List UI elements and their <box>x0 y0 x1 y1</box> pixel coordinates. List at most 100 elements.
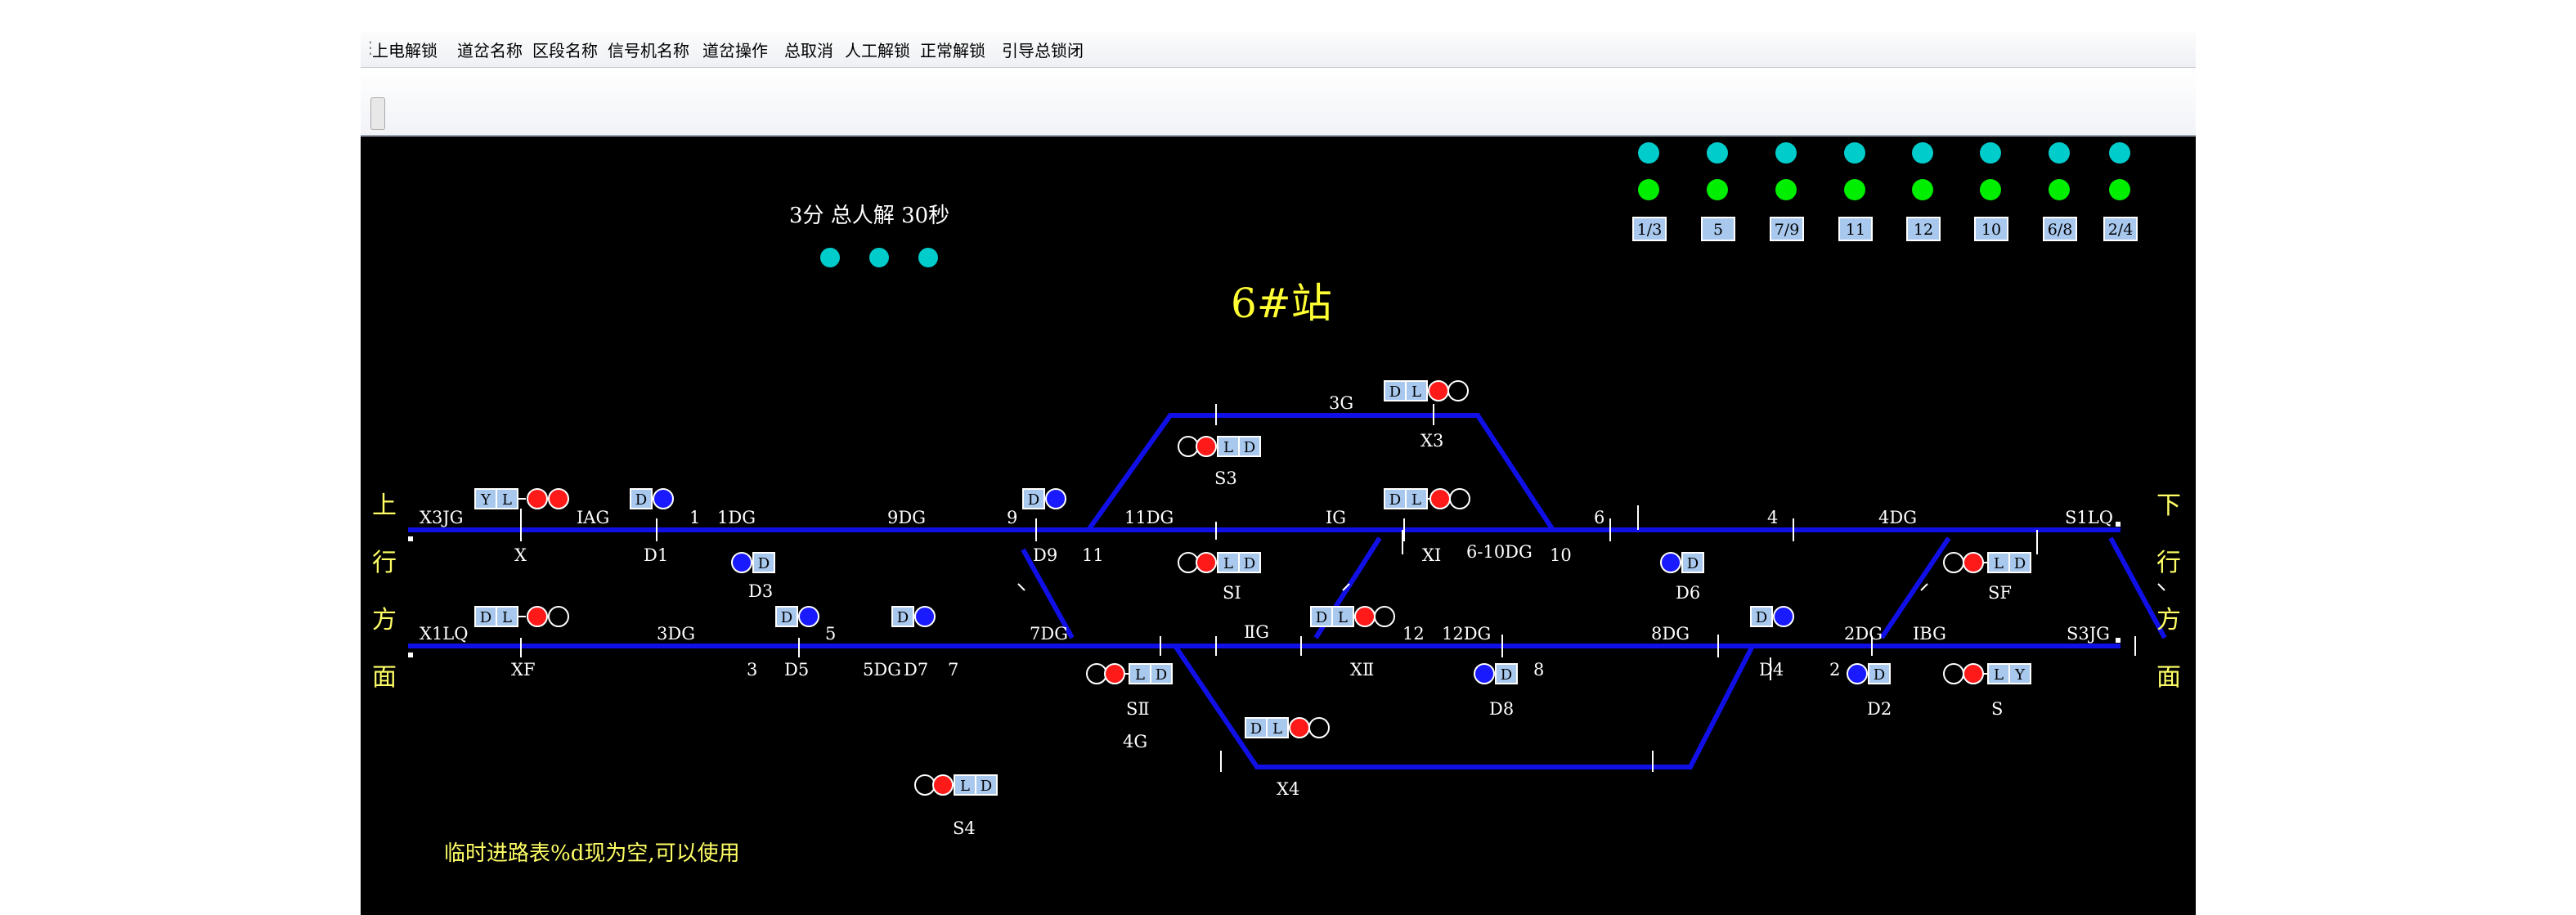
signal-d6[interactable]: D <box>1660 552 1704 573</box>
svg-text:L: L <box>960 778 970 795</box>
svg-text:D: D <box>1250 720 1262 738</box>
indicator-label: 12 <box>1914 221 1933 239</box>
station-title: 6#站 <box>1231 280 1332 327</box>
svg-text:Y: Y <box>2014 666 2026 684</box>
svg-text:方: 方 <box>2156 606 2181 635</box>
track-labels: X3JG IAG 1 1DG 9DG 9 11DG IG 6 4 4DG S1L… <box>420 393 2113 838</box>
track-label: X3JG <box>420 508 464 527</box>
track-label: 11 <box>1082 545 1104 565</box>
track-label: D1 <box>644 545 668 565</box>
signal-x3[interactable]: D L <box>1384 380 1469 401</box>
svg-text:D: D <box>480 609 491 626</box>
track-label: 6 <box>1594 508 1604 527</box>
timer-lamp <box>820 248 840 267</box>
svg-text:D: D <box>1244 439 1255 456</box>
signal-d7[interactable]: D <box>891 606 936 627</box>
signal-xii[interactable]: D L <box>1310 606 1395 627</box>
track-label: D4 <box>1759 660 1784 680</box>
signal-x[interactable]: Y L <box>474 488 569 518</box>
track-label: 8DG <box>1651 624 1690 644</box>
signal-sf[interactable]: L D <box>1943 552 2031 573</box>
track-siding-4g <box>1173 644 1755 769</box>
svg-text:D: D <box>758 555 770 572</box>
svg-text:L: L <box>1994 666 2004 684</box>
track-label: 7 <box>948 660 958 680</box>
signal-si[interactable]: L D <box>1178 552 1261 573</box>
timer-lamp <box>918 248 938 267</box>
svg-text:D: D <box>635 491 647 509</box>
signal-d4[interactable]: D <box>1750 606 1794 627</box>
svg-text:D: D <box>781 609 792 626</box>
track-label: X4 <box>1277 779 1299 799</box>
indicator-11: 11 <box>1838 142 1873 241</box>
track-label: IG <box>1326 508 1346 527</box>
indicator-7-9: 7/9 <box>1770 142 1804 241</box>
status-message: 临时进路表%d现为空,可以使用 <box>444 841 740 866</box>
signal-d5[interactable]: D <box>775 606 819 627</box>
signal-s4[interactable]: L D <box>914 774 998 796</box>
signal-s[interactable]: L Y <box>1943 663 2031 684</box>
track-end-marker <box>408 536 413 541</box>
signal-d3[interactable]: D <box>731 552 775 573</box>
track-label: 5DG <box>863 660 901 680</box>
track-label: D8 <box>1489 699 1514 719</box>
signal-d1[interactable]: D <box>630 488 674 509</box>
signal-d9[interactable]: D <box>1022 488 1066 509</box>
track-label: 6-10DG <box>1466 542 1533 562</box>
svg-text:L: L <box>502 609 512 626</box>
track-label: 4G <box>1123 732 1147 751</box>
indicator-2-4: 2/4 <box>2103 142 2138 241</box>
track-end-marker <box>2116 522 2120 527</box>
signal-s3[interactable]: L D <box>1178 436 1261 457</box>
track-label: X1LQ <box>420 624 468 644</box>
track-label: 5 <box>825 624 836 644</box>
track-label: IBG <box>1913 624 1946 644</box>
svg-text:D: D <box>1501 666 1512 684</box>
signal-x4[interactable]: D L <box>1245 717 1330 738</box>
track-label: SF <box>1988 583 2012 603</box>
svg-text:D: D <box>1756 609 1767 626</box>
indicator-label: 6/8 <box>2048 221 2073 239</box>
track-label: D9 <box>1033 545 1057 565</box>
signal-xf[interactable]: D L <box>474 606 569 627</box>
svg-text:D: D <box>1389 383 1401 401</box>
track-label: D2 <box>1867 699 1892 719</box>
track-label: XF <box>511 660 536 680</box>
svg-text:L: L <box>1994 555 2004 572</box>
track-label: ⅡG <box>1244 622 1269 642</box>
track-label: 2 <box>1829 660 1840 680</box>
svg-text:方: 方 <box>372 606 397 635</box>
left-direction-label: 上 行 方 面 <box>372 491 397 692</box>
indicator-label: 1/3 <box>1637 221 1663 239</box>
indicator-label: 10 <box>1981 221 2001 239</box>
track-label: 4DG <box>1878 508 1917 527</box>
track-label: SI <box>1223 583 1241 603</box>
track-label: 12 <box>1402 624 1425 644</box>
track-label: 9 <box>1007 508 1017 527</box>
svg-text:D: D <box>1874 666 1885 684</box>
svg-text:D: D <box>897 609 909 626</box>
signal-xi[interactable]: D L <box>1384 488 1470 509</box>
track-label: X3 <box>1420 431 1443 451</box>
signal-d8[interactable]: D <box>1474 663 1518 684</box>
svg-text:L: L <box>1223 439 1233 456</box>
indicator-panel: 1/3 5 7/9 11 12 10 6/8 2/4 <box>1632 142 2138 241</box>
track-end-marker <box>2116 638 2120 643</box>
track-label: 10 <box>1550 545 1572 565</box>
track-label: 3G <box>1329 393 1353 413</box>
signal-d2[interactable]: D <box>1847 663 1891 684</box>
track-label: S4 <box>953 819 976 838</box>
svg-text:D: D <box>1316 609 1327 626</box>
track-label: XⅡ <box>1350 660 1374 680</box>
svg-text:下: 下 <box>2156 491 2181 520</box>
signal-sii[interactable]: L D <box>1086 663 1173 684</box>
track-label: D3 <box>748 581 773 601</box>
indicator-label: 5 <box>1713 221 1723 239</box>
track-label: XI <box>1422 545 1441 565</box>
timer-label: 3分 总人解 30秒 <box>789 204 949 228</box>
track-label: 3 <box>747 660 757 680</box>
svg-text:D: D <box>981 778 992 795</box>
track-label: 8 <box>1533 660 1544 680</box>
track-label: D5 <box>784 660 809 680</box>
interlocking-app-window: ⋮ 上电解锁 道岔名称 区段名称 信号机名称 道岔操作 总取消 人工解锁 正常解… <box>361 31 2196 915</box>
